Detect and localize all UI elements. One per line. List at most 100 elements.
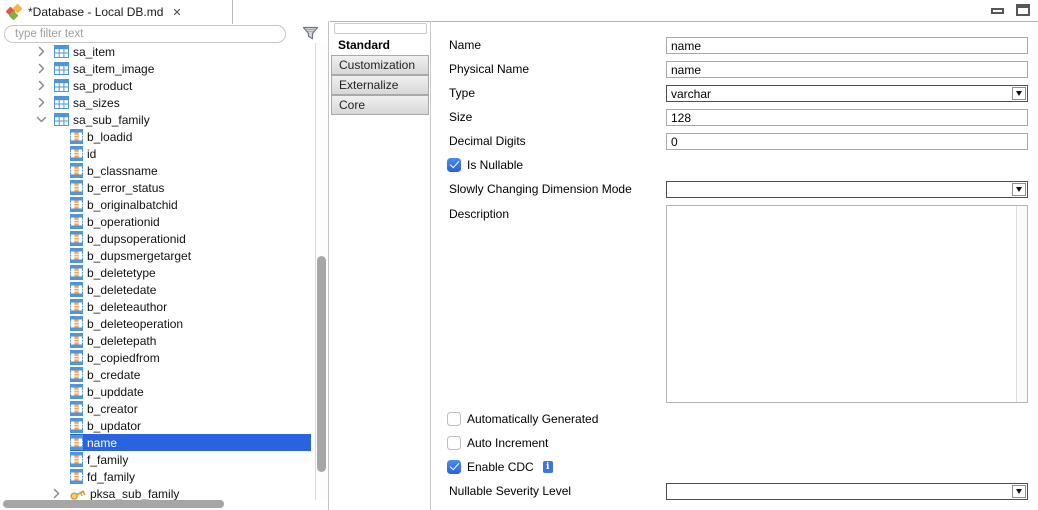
tab-externalize[interactable]: Externalize <box>331 75 429 95</box>
tree-item-body[interactable]: b_updator <box>70 417 145 434</box>
chevron-right-icon[interactable] <box>38 46 54 57</box>
column-icon <box>70 282 83 297</box>
scd-mode-dropdown[interactable] <box>666 181 1028 198</box>
filter-funnel-icon[interactable] <box>302 25 319 42</box>
tree-item-label: b_deletedate <box>87 282 157 297</box>
size-field[interactable] <box>666 109 1028 126</box>
tab-standard[interactable]: Standard <box>331 35 429 54</box>
column-icon <box>70 265 83 280</box>
filter-input[interactable] <box>4 25 286 43</box>
auto-generated-checkbox[interactable] <box>447 411 461 426</box>
tree-item[interactable]: id <box>0 145 314 162</box>
tree-item-label: b_upddate <box>87 384 144 399</box>
tree-item[interactable]: b_copiedfrom <box>0 349 314 366</box>
close-icon[interactable]: ✕ <box>172 6 181 19</box>
chevron-down-icon <box>1016 187 1022 192</box>
tree-item-body[interactable]: sa_sub_family <box>54 111 154 128</box>
tree-item[interactable]: b_error_status <box>0 179 314 196</box>
tree-item-body[interactable]: b_creator <box>70 400 142 417</box>
tree-item-body[interactable]: b_upddate <box>70 383 148 400</box>
tree-item-body[interactable]: f_family <box>70 451 132 468</box>
tree-item[interactable]: b_upddate <box>0 383 314 400</box>
tree-item[interactable]: sa_item_image <box>0 60 314 77</box>
tree-item-body[interactable]: b_classname <box>70 162 162 179</box>
tree-item-body[interactable]: b_deletetype <box>70 264 160 281</box>
auto-generated-row: Automatically Generated <box>447 411 598 426</box>
tree-item-body[interactable]: b_dupsmergetarget <box>70 247 195 264</box>
tree-item[interactable]: sa_sub_family <box>0 111 314 128</box>
is-nullable-checkbox[interactable] <box>447 157 461 172</box>
tree-item-body[interactable]: sa_item <box>54 43 119 60</box>
tree-item-body[interactable]: b_dupsoperationid <box>70 230 190 247</box>
tree-item-label: b_classname <box>87 163 158 178</box>
tree-item[interactable]: b_classname <box>0 162 314 179</box>
description-textarea[interactable] <box>666 205 1028 403</box>
tree-item-body[interactable]: b_deletepath <box>70 332 160 349</box>
dropdown-arrow-button[interactable] <box>1012 485 1026 498</box>
column-icon <box>70 231 83 246</box>
tree-item-body[interactable]: b_error_status <box>70 179 168 196</box>
tab-customization[interactable]: Customization <box>331 55 429 75</box>
tree-vertical-scrollbar-thumb[interactable] <box>317 256 326 472</box>
tree-item-body[interactable]: b_deletedate <box>70 281 160 298</box>
name-field[interactable] <box>666 37 1028 54</box>
tree-horizontal-scrollbar-thumb[interactable] <box>3 500 224 508</box>
chevron-right-icon[interactable] <box>53 488 69 499</box>
tree-item[interactable]: sa_product <box>0 77 314 94</box>
tree-item[interactable]: b_dupsoperationid <box>0 230 314 247</box>
description-scrollbar[interactable] <box>1016 206 1027 402</box>
chevron-right-icon[interactable] <box>38 97 54 108</box>
tree-item[interactable]: b_deletedate <box>0 281 314 298</box>
tab-core[interactable]: Core <box>331 95 429 115</box>
tree-item[interactable]: b_creator <box>0 400 314 417</box>
type-dropdown[interactable]: varchar <box>666 85 1028 102</box>
editor-tab-database-local-db[interactable]: *Database - Local DB.md ✕ <box>0 0 233 24</box>
decimal-digits-field[interactable] <box>666 133 1028 150</box>
tree-item-body[interactable]: b_credate <box>70 366 144 383</box>
minimize-icon[interactable] <box>991 8 1004 14</box>
enable-cdc-checkbox[interactable] <box>447 459 461 474</box>
tree-item[interactable]: b_deletetype <box>0 264 314 281</box>
auto-increment-checkbox[interactable] <box>447 435 461 450</box>
nullable-severity-dropdown[interactable] <box>666 483 1028 500</box>
tree-item[interactable]: b_deleteauthor <box>0 298 314 315</box>
tree-item[interactable]: b_credate <box>0 366 314 383</box>
column-icon <box>70 180 83 195</box>
tree-item[interactable]: name <box>0 434 314 451</box>
tree-item-body[interactable]: b_deleteauthor <box>70 298 171 315</box>
column-icon <box>70 146 83 161</box>
tree-item-label: b_deleteoperation <box>87 316 184 331</box>
chevron-down-icon[interactable] <box>36 114 54 125</box>
tree-item-body[interactable]: sa_item_image <box>54 60 158 77</box>
dropdown-arrow-button[interactable] <box>1012 183 1026 196</box>
physical-name-field[interactable] <box>666 61 1028 78</box>
chevron-right-icon[interactable] <box>38 63 54 74</box>
tree-item-body[interactable]: b_operationid <box>70 213 164 230</box>
tree-item-body[interactable]: name <box>70 434 311 451</box>
chevron-right-icon[interactable] <box>38 80 54 91</box>
dropdown-arrow-button[interactable] <box>1012 87 1026 100</box>
maximize-icon[interactable] <box>1016 4 1030 16</box>
tree-item[interactable]: sa_item <box>0 43 314 60</box>
tree-item-body[interactable]: b_deleteoperation <box>70 315 187 332</box>
tree-item-body[interactable]: b_copiedfrom <box>70 349 164 366</box>
tree-item-body[interactable]: id <box>70 145 100 162</box>
tree-item-body[interactable]: fd_family <box>70 468 139 485</box>
tree-item[interactable]: b_deleteoperation <box>0 315 314 332</box>
tree-item[interactable]: b_originalbatchid <box>0 196 314 213</box>
tree-item[interactable]: fd_family <box>0 468 314 485</box>
tree-item-body[interactable]: sa_sizes <box>54 94 124 111</box>
tree-item[interactable]: f_family <box>0 451 314 468</box>
tree-item-body[interactable]: b_loadid <box>70 128 136 145</box>
column-icon <box>70 333 83 348</box>
tree-item-label: b_deleteauthor <box>87 299 168 314</box>
tree-item[interactable]: b_loadid <box>0 128 314 145</box>
tree-item-body[interactable]: b_originalbatchid <box>70 196 182 213</box>
tree-item[interactable]: b_updator <box>0 417 314 434</box>
tree-item-body[interactable]: sa_product <box>54 77 136 94</box>
tree-item[interactable]: b_operationid <box>0 213 314 230</box>
tree-item[interactable]: sa_sizes <box>0 94 314 111</box>
column-icon <box>70 418 83 433</box>
tree-item[interactable]: b_deletepath <box>0 332 314 349</box>
tree-item[interactable]: b_dupsmergetarget <box>0 247 314 264</box>
